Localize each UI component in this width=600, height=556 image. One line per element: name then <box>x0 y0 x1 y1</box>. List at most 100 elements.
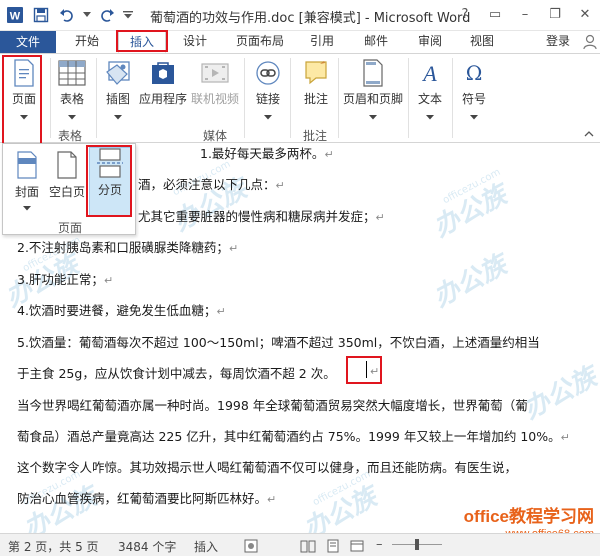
ribbon-display-button[interactable]: ▭ <box>480 0 510 28</box>
apps-store-icon <box>148 58 178 88</box>
table-icon <box>57 58 87 88</box>
apps-button[interactable]: 应用程序 <box>138 58 188 107</box>
ribbon-insert: 页面 表格 表格 插图 应用程序 联机视频 媒体 链接 批注 批注 页眉和页脚 … <box>0 53 600 143</box>
doc-line: 这个数字令人咋惊。其功效揭示世人喝红葡萄酒不仅可以健身，而且还能防病。有医生说， <box>17 460 518 475</box>
tab-file[interactable]: 文件 <box>0 31 56 53</box>
restore-button[interactable]: ❐ <box>540 0 570 28</box>
page-break-button[interactable]: 分页 <box>89 147 131 217</box>
macro-record-icon[interactable] <box>244 539 258 556</box>
doc-line: 防治心血管疾病，红葡萄酒要比阿斯匹林好。↵ <box>17 491 277 506</box>
insert-mode[interactable]: 插入 <box>194 538 218 555</box>
watermark-url: officezu.com <box>441 166 503 207</box>
pages-button[interactable]: 页面 <box>4 58 44 123</box>
save-icon[interactable] <box>30 4 52 26</box>
pages-label: 页面 <box>11 92 36 106</box>
tab-insert[interactable]: 插入 <box>118 31 166 53</box>
svg-text:Ω: Ω <box>466 61 483 85</box>
user-avatar-icon[interactable] <box>583 34 597 50</box>
link-icon <box>253 58 283 88</box>
omega-icon: Ω <box>459 58 489 88</box>
cover-page-label: 封面 <box>14 185 39 199</box>
doc-line: 5.饮酒量：葡萄酒每次不超过 100～150ml；啤酒不超过 350ml，不饮白… <box>17 335 540 350</box>
word-count[interactable]: 3484 个字 <box>118 538 176 555</box>
tab-design[interactable]: 设计 <box>172 31 218 53</box>
sign-in-link[interactable]: 登录 <box>536 31 580 53</box>
quick-access-toolbar: W <box>4 4 134 26</box>
doc-line: 酒，必须注意以下几点：↵ <box>138 177 285 192</box>
undo-dropdown-icon[interactable] <box>82 4 92 26</box>
illustrations-label: 插图 <box>105 92 130 106</box>
comment-button[interactable]: 批注 <box>298 58 334 107</box>
links-button[interactable]: 链接 <box>250 58 286 123</box>
tab-view[interactable]: 视图 <box>462 31 502 53</box>
media-group-label: 媒体 <box>203 129 228 143</box>
header-footer-button[interactable]: 页眉和页脚 <box>342 58 404 123</box>
watermark: 办公族 <box>428 180 512 244</box>
tab-mailings[interactable]: 邮件 <box>356 31 396 53</box>
doc-line: 2.不注射胰岛素和口服磺脲类降糖药；↵ <box>17 240 239 255</box>
zoom-out-icon[interactable]: – <box>376 537 383 552</box>
text-button[interactable]: A 文本 <box>412 58 448 123</box>
blank-page-button[interactable]: 空白页 <box>47 150 87 200</box>
doc-line: 萄食品）酒总产量竟高达 225 亿升，其中红葡萄酒约占 75%。1999 年又较… <box>17 429 570 444</box>
doc-line: 于主食 25g，应从饮食计划中减去，每周饮酒不超 2 次。 <box>17 366 336 381</box>
table-button[interactable]: 表格 <box>54 58 90 123</box>
illustrations-dropdown-icon <box>114 109 122 123</box>
comment-label: 批注 <box>303 92 328 106</box>
help-button[interactable]: ? <box>450 0 480 28</box>
table-dropdown-icon <box>68 109 76 123</box>
tab-references[interactable]: 引用 <box>302 31 342 53</box>
apps-label: 应用程序 <box>139 92 188 106</box>
print-layout-icon[interactable] <box>326 539 340 556</box>
text-label: 文本 <box>417 92 442 106</box>
close-button[interactable]: ✕ <box>570 0 600 28</box>
undo-icon[interactable] <box>56 4 78 26</box>
cover-page-dropdown-icon <box>23 200 31 214</box>
header-footer-label: 页眉和页脚 <box>342 92 403 106</box>
tab-home[interactable]: 开始 <box>62 31 112 53</box>
customize-qat-icon[interactable] <box>122 4 134 26</box>
table-label: 表格 <box>59 92 84 106</box>
links-label: 链接 <box>255 92 280 106</box>
text-box-icon: A <box>415 58 445 88</box>
title-bar: W 葡萄酒的功效与作用.doc [兼容模式] - Microsoft Word … <box>0 0 600 31</box>
tab-layout[interactable]: 页面布局 <box>226 31 294 53</box>
header-footer-icon <box>358 58 388 88</box>
online-video-icon <box>200 58 230 88</box>
comment-group-label: 批注 <box>303 129 328 143</box>
page-count[interactable]: 第 2 页，共 5 页 <box>8 538 99 555</box>
page-icon <box>9 58 39 88</box>
doc-line: 3.肝功能正常；↵ <box>17 272 114 287</box>
web-layout-icon[interactable] <box>350 539 364 556</box>
svg-text:A: A <box>421 61 437 86</box>
header-footer-dropdown-icon <box>369 109 377 123</box>
illustrations-button[interactable]: 插图 <box>100 58 136 123</box>
redo-icon[interactable] <box>96 4 118 26</box>
ribbon-tab-bar: 文件 开始 插入 设计 页面布局 引用 邮件 审阅 视图 登录 <box>0 31 600 53</box>
pages-dropdown: 封面 空白页 分页 页面 <box>2 143 136 235</box>
window-title: 葡萄酒的功效与作用.doc [兼容模式] - Microsoft Word <box>150 11 471 26</box>
blank-page-icon <box>54 150 80 180</box>
minimize-button[interactable]: – <box>510 0 540 28</box>
pages-dropdown-icon <box>20 109 28 123</box>
word-logo-icon[interactable]: W <box>4 4 26 26</box>
symbols-dropdown-icon <box>470 109 478 123</box>
doc-line: 4.饮酒时要进餐，避免发生低血糖；↵ <box>17 303 226 318</box>
blank-page-label: 空白页 <box>48 185 85 199</box>
status-bar: 第 2 页，共 5 页 3484 个字 插入 – <box>0 533 600 556</box>
doc-line: 1.最好每天最多两杯。↵ <box>200 146 334 161</box>
online-video-button[interactable]: 联机视频 <box>190 58 240 107</box>
online-video-label: 联机视频 <box>190 92 239 106</box>
collapse-ribbon-icon[interactable] <box>584 126 594 140</box>
pages-group-label: 页面 <box>57 221 82 235</box>
tab-review[interactable]: 审阅 <box>410 31 450 53</box>
zoom-slider-thumb[interactable] <box>415 539 419 550</box>
paragraph-mark: ↵ <box>370 365 380 378</box>
doc-line: 尤其它重要脏器的慢性病和糖尿病并发症；↵ <box>138 209 385 224</box>
symbols-label: 符号 <box>461 92 486 106</box>
svg-text:W: W <box>10 11 21 23</box>
symbols-button[interactable]: Ω 符号 <box>456 58 492 123</box>
page-break-label: 分页 <box>97 183 122 197</box>
read-mode-icon[interactable] <box>300 539 316 556</box>
cover-page-button[interactable]: 封面 <box>7 150 47 214</box>
